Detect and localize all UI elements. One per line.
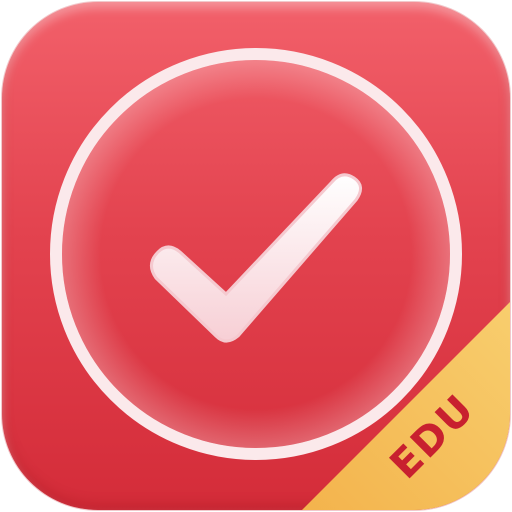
edu-ribbon: EDU	[300, 300, 510, 510]
app-icon-canvas: EDU	[0, 0, 512, 512]
